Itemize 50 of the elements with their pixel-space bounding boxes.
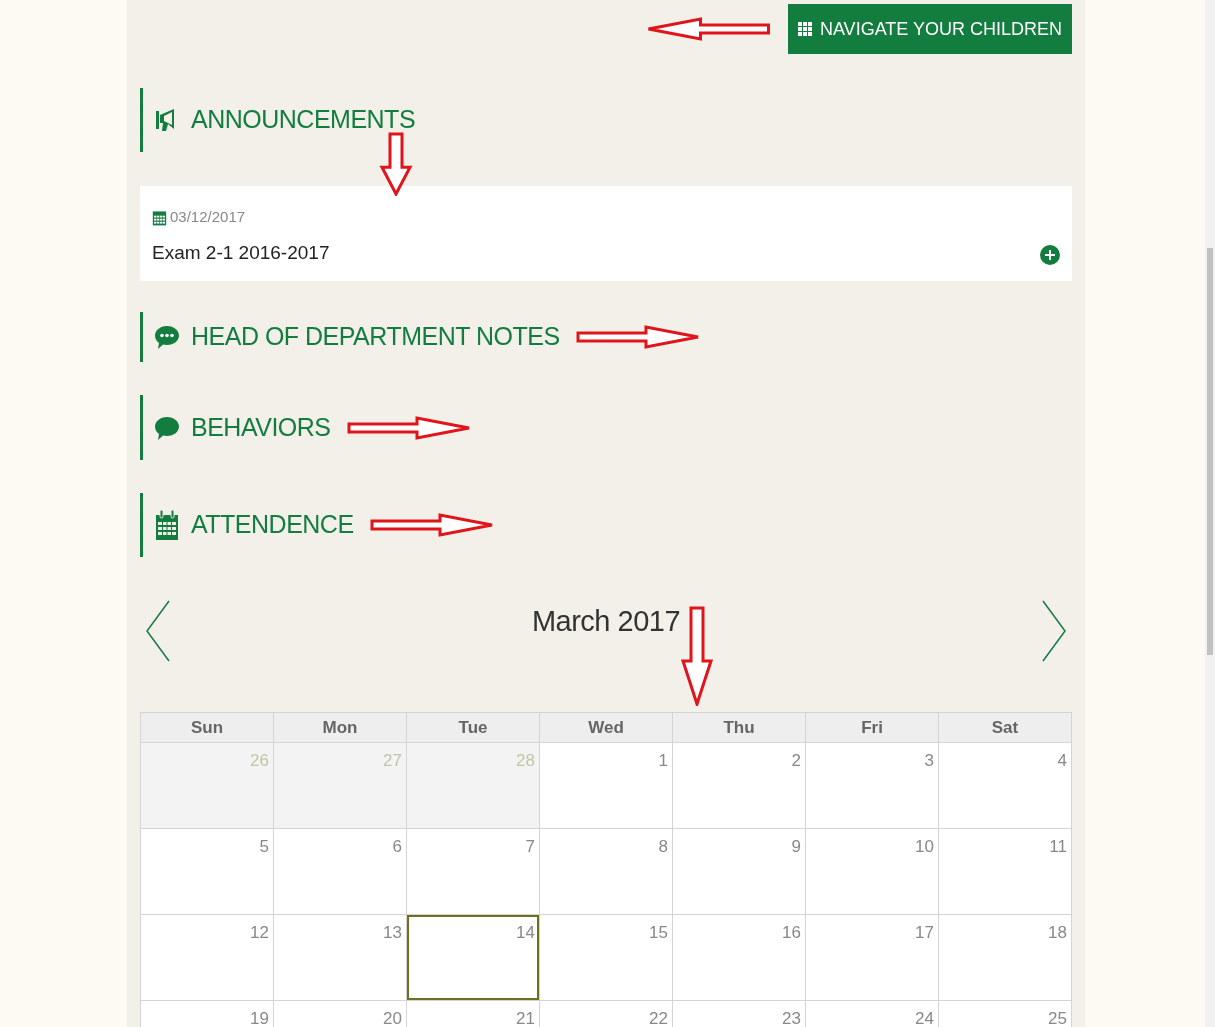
weekday-header: Mon — [274, 713, 407, 743]
weekday-header: Sun — [141, 713, 274, 743]
calendar-day[interactable]: 11 — [939, 829, 1072, 915]
section-heading: BEHAVIORS — [191, 411, 331, 443]
calendar-day[interactable]: 2 — [673, 743, 806, 829]
calendar-day[interactable]: 23 — [673, 1001, 806, 1027]
weekday-header: Thu — [673, 713, 806, 743]
calendar-day[interactable]: 24 — [806, 1001, 939, 1027]
section-heading: HEAD OF DEPARTMENT NOTES — [191, 321, 560, 353]
calendar-day[interactable]: 22 — [540, 1001, 673, 1027]
calendar-day[interactable]: 20 — [274, 1001, 407, 1027]
section-heading: ATTENDENCE — [191, 509, 354, 541]
calendar-day[interactable]: 4 — [939, 743, 1072, 829]
next-month-button[interactable] — [1041, 600, 1067, 662]
plus-icon — [1045, 250, 1055, 260]
calendar-day[interactable]: 17 — [806, 915, 939, 1001]
scrollbar[interactable] — [1205, 0, 1215, 1027]
calendar-day[interactable]: 13 — [274, 915, 407, 1001]
calendar-day[interactable]: 21 — [407, 1001, 540, 1027]
announcement-date: 03/12/2017 — [170, 207, 246, 227]
speech-bubble-icon — [154, 414, 180, 441]
calendar-day[interactable]: 9 — [673, 829, 806, 915]
calendar-day[interactable]: 7 — [407, 829, 540, 915]
previous-month-button[interactable] — [145, 600, 171, 662]
calendar-day[interactable]: 16 — [673, 915, 806, 1001]
expand-plus-button[interactable] — [1040, 245, 1060, 265]
section-heading: ANNOUNCEMENTS — [191, 104, 416, 136]
calendar-day[interactable]: 19 — [141, 1001, 274, 1027]
calendar-day[interactable]: 3 — [806, 743, 939, 829]
calendar-day[interactable]: 8 — [540, 829, 673, 915]
announcement-title: Exam 2-1 2016-2017 — [152, 240, 330, 265]
weekday-header: Sat — [939, 713, 1072, 743]
calendar-day[interactable]: 18 — [939, 915, 1072, 1001]
calendar-day[interactable]: 5 — [141, 829, 274, 915]
weekday-header: Fri — [806, 713, 939, 743]
calendar-day[interactable]: 6 — [274, 829, 407, 915]
calendar-icon — [152, 208, 167, 226]
calendar-day[interactable]: 15 — [540, 915, 673, 1001]
calendar-month-title: March 2017 — [531, 604, 681, 639]
speech-bubble-icon — [154, 324, 180, 350]
calendar-day[interactable]: 25 — [939, 1001, 1072, 1027]
calendar-day[interactable]: 14 — [407, 915, 540, 1001]
navigate-children-button[interactable]: NAVIGATE YOUR CHILDREN — [787, 4, 1072, 54]
calendar-day[interactable]: 10 — [806, 829, 939, 915]
calendar-day[interactable]: 12 — [141, 915, 274, 1001]
weekday-header: Tue — [407, 713, 540, 743]
weekday-header: Wed — [540, 713, 673, 743]
calendar-day[interactable]: 1 — [540, 743, 673, 829]
grid-icon — [797, 22, 812, 36]
calendar-icon — [155, 509, 179, 541]
